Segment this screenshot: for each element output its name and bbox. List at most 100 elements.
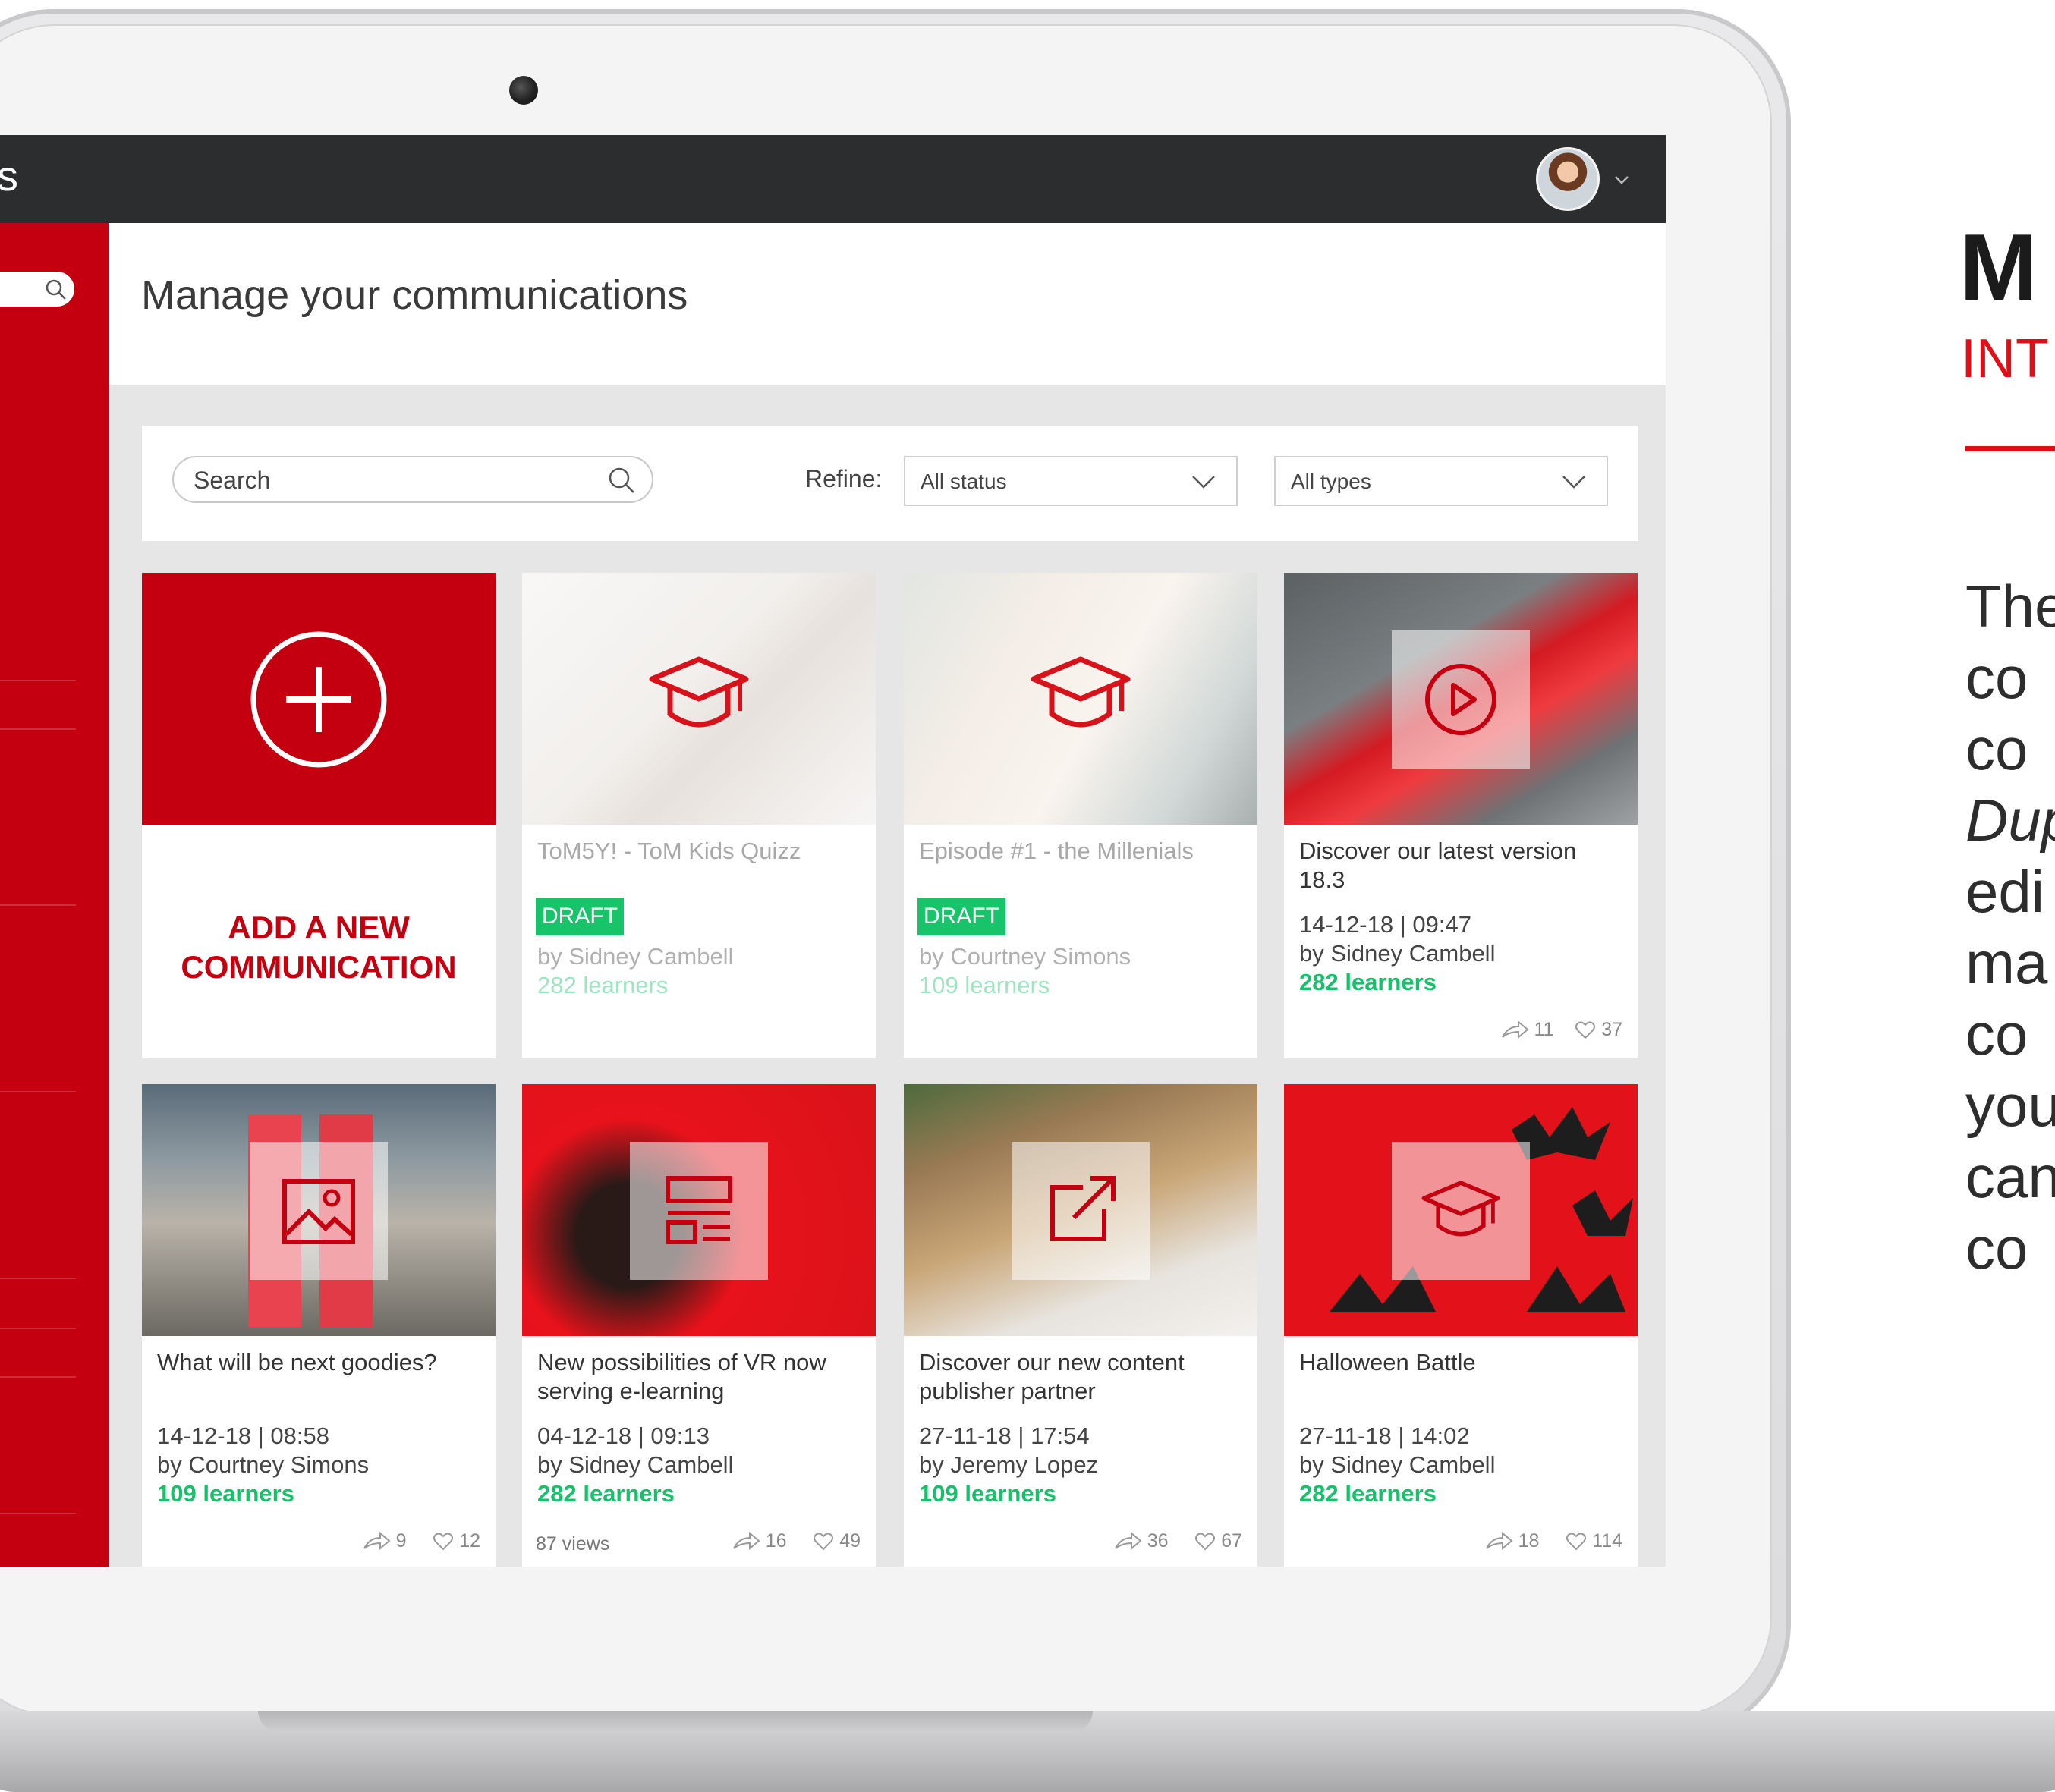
- card-title: What will be next goodies?: [157, 1349, 437, 1375]
- communication-card[interactable]: Halloween Battle 27-11-18 | 14:02 by Sid…: [1284, 1084, 1638, 1567]
- refine-label: Refine:: [805, 465, 883, 492]
- heart-icon[interactable]: [813, 1532, 834, 1551]
- marketing-line: co: [1965, 1001, 2028, 1067]
- marketing-italic-word: Dup: [1965, 787, 2055, 854]
- like-count: 37: [1601, 1019, 1622, 1040]
- share-count: 9: [395, 1530, 407, 1551]
- like-count: 12: [459, 1530, 480, 1551]
- card-author: by Sidney Cambell: [1299, 940, 1496, 967]
- card-thumbnail: [522, 1084, 876, 1336]
- heart-icon[interactable]: [1194, 1532, 1216, 1551]
- chevron-down-icon: [1192, 476, 1215, 489]
- card-date: 14-12-18 | 08:58: [157, 1423, 329, 1449]
- icon-overlay: [630, 1142, 768, 1280]
- marketing-line: co: [1965, 1215, 2028, 1281]
- marketing-title: M: [1959, 215, 2038, 320]
- marketing-subtitle: INT: [1961, 329, 2049, 389]
- sidebar-divider: [0, 1513, 76, 1514]
- graduation-cap-icon: [649, 656, 749, 728]
- communication-card[interactable]: ToM5Y! - ToM Kids Quizz DRAFT by Sidney …: [522, 573, 876, 1058]
- draft-badge: DRAFT: [917, 898, 1005, 935]
- status-select[interactable]: All status: [904, 456, 1238, 506]
- card-learners: 282 learners: [1299, 1480, 1437, 1507]
- marketing-line: Dup: [1965, 784, 2055, 856]
- like-count: 67: [1221, 1530, 1242, 1551]
- type-select-value: All types: [1291, 470, 1371, 493]
- like-count: 114: [1592, 1530, 1622, 1551]
- card-title: ToM5Y! - ToM Kids Quizz: [537, 838, 801, 864]
- search-input[interactable]: Search: [172, 456, 653, 503]
- add-card-header: [142, 573, 496, 825]
- communication-card[interactable]: Discover our new content publisher partn…: [904, 1084, 1257, 1567]
- sidebar-divider: [0, 680, 76, 681]
- sidebar-divider: [0, 1376, 76, 1378]
- card-author: by Sidney Cambell: [537, 943, 734, 970]
- share-icon[interactable]: [732, 1532, 760, 1551]
- card-thumbnail: [1284, 1084, 1638, 1336]
- chevron-down-icon: [1562, 476, 1585, 489]
- card-title: Discover our new content publisher partn…: [919, 1349, 1185, 1404]
- card-learners: 109 learners: [157, 1480, 294, 1507]
- marketing-line: you: [1965, 1072, 2055, 1139]
- card-stats: 9 12: [362, 1530, 480, 1552]
- marketing-line: edi: [1965, 858, 2045, 925]
- sidebar: [0, 223, 109, 1567]
- card-author: by Sidney Cambell: [537, 1451, 734, 1478]
- card-learners: 109 learners: [919, 1480, 1056, 1507]
- card-title: Episode #1 - the Millenials: [919, 838, 1194, 864]
- search-icon: [609, 467, 634, 493]
- app-screen: s Manage your communications Search Refi…: [0, 135, 1666, 1567]
- card-date: 27-11-18 | 17:54: [919, 1423, 1090, 1449]
- card-stats: 16 49: [732, 1530, 861, 1552]
- share-count: 16: [765, 1530, 787, 1551]
- external-link-icon: [1050, 1176, 1116, 1241]
- heart-icon[interactable]: [1566, 1532, 1587, 1551]
- card-title: Halloween Battle: [1299, 1349, 1476, 1375]
- article-icon: [666, 1176, 732, 1244]
- card-stats: 18 114: [1484, 1530, 1622, 1552]
- draft-badge: DRAFT: [536, 898, 624, 935]
- webcam: [509, 76, 538, 105]
- card-learners: 282 learners: [537, 1480, 675, 1507]
- add-communication-card[interactable]: ADD A NEW COMMUNICATION: [142, 573, 496, 1058]
- share-count: 36: [1147, 1530, 1169, 1551]
- card-author: by Courtney Simons: [157, 1451, 370, 1478]
- page-header: Manage your communications: [109, 223, 1666, 385]
- sidebar-divider: [0, 904, 76, 906]
- card-author: by Courtney Simons: [919, 943, 1131, 970]
- share-icon[interactable]: [1500, 1020, 1529, 1040]
- share-icon[interactable]: [1113, 1532, 1142, 1551]
- heart-icon[interactable]: [433, 1532, 454, 1551]
- add-label-line1: ADD A NEW: [228, 910, 410, 945]
- card-author: by Sidney Cambell: [1299, 1451, 1496, 1478]
- graduation-cap-icon: [1421, 1181, 1500, 1237]
- communication-card[interactable]: New possibilities of VR now serving e-le…: [522, 1084, 876, 1567]
- type-select[interactable]: All types: [1274, 456, 1608, 506]
- status-select-value: All status: [921, 470, 1007, 493]
- card-views: 87 views: [536, 1533, 610, 1555]
- card-thumbnail: [904, 1084, 1257, 1336]
- graduation-cap-icon: [1031, 656, 1131, 728]
- sidebar-divider: [0, 728, 76, 730]
- add-communication-label: ADD A NEW COMMUNICATION: [142, 908, 496, 987]
- card-stats: 36 67: [1113, 1530, 1242, 1552]
- communication-card[interactable]: Episode #1 - the Millenials DRAFT by Cou…: [904, 573, 1257, 1058]
- heart-icon[interactable]: [1575, 1020, 1596, 1040]
- communication-card[interactable]: Discover our latest version 18.3 14-12-1…: [1284, 573, 1638, 1058]
- communication-card[interactable]: What will be next goodies? 14-12-18 | 08…: [142, 1084, 496, 1567]
- card-date: 27-11-18 | 14:02: [1299, 1423, 1470, 1449]
- marketing-line: co: [1965, 715, 2028, 782]
- sidebar-search-input[interactable]: [0, 272, 74, 307]
- chevron-down-icon[interactable]: [1612, 170, 1632, 190]
- add-label-line2: COMMUNICATION: [181, 949, 457, 985]
- icon-overlay: [1392, 630, 1530, 769]
- share-icon[interactable]: [1484, 1532, 1513, 1551]
- app-title: s: [0, 152, 18, 200]
- filter-bar: Search Refine: All status All types: [142, 426, 1638, 541]
- card-author: by Jeremy Lopez: [919, 1451, 1099, 1478]
- user-avatar[interactable]: [1536, 147, 1600, 211]
- card-title: Discover our latest version 18.3: [1299, 838, 1577, 893]
- card-date: 14-12-18 | 09:47: [1299, 911, 1471, 938]
- share-icon[interactable]: [362, 1532, 391, 1551]
- card-title: New possibilities of VR now serving e-le…: [537, 1349, 826, 1404]
